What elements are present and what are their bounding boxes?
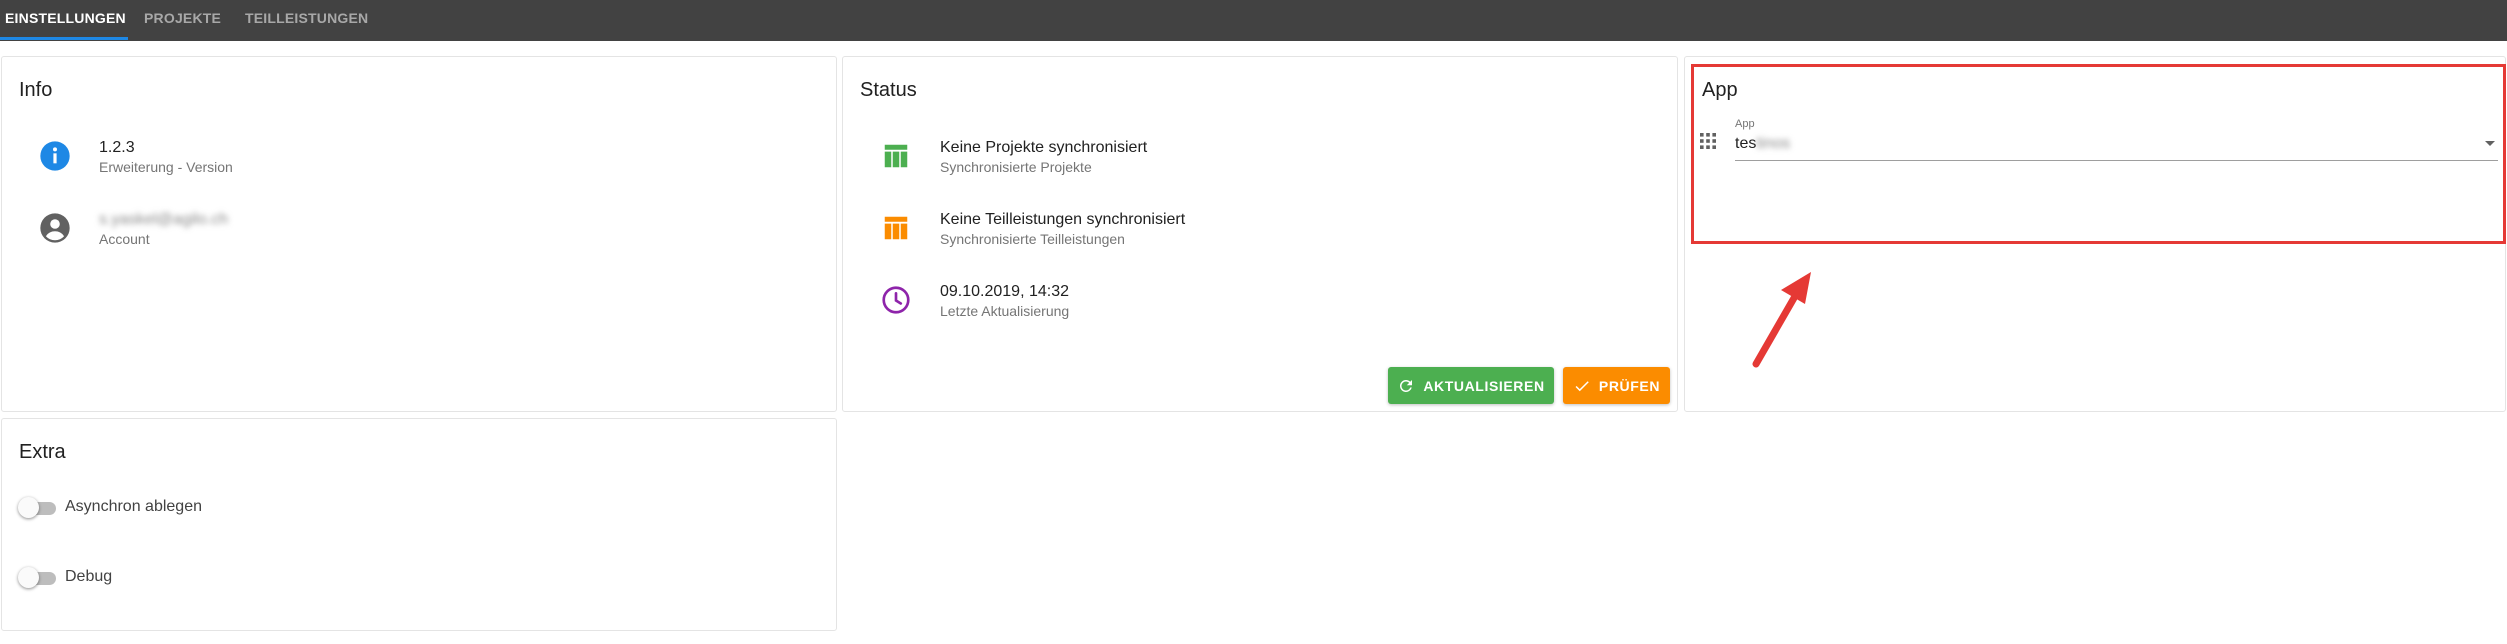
refresh-icon (1400, 379, 1413, 392)
account-value: s.yaskel@agilo.ch (99, 211, 229, 228)
tab-projekte[interactable]: PROJEKTE (144, 0, 221, 41)
account-icon (38, 211, 72, 245)
status-last-update-label: Letzte Aktualisierung (940, 303, 1070, 319)
extra-card: Extra Asynchron ablegen Debug (1, 418, 837, 631)
status-card-title: Status (860, 79, 917, 101)
toggle-async-save[interactable] (18, 496, 58, 518)
toggle-knob (18, 497, 39, 518)
info-card: Info 1.2.3 Erweiterung - Version s.yaske… (1, 56, 837, 412)
table-icon (879, 139, 913, 173)
annotation-highlight-box (1691, 64, 2506, 244)
check-button-label: PRÜFEN (1598, 377, 1661, 394)
toggle-debug-label: Debug (65, 568, 113, 585)
status-teilleistungen-label: Synchronisierte Teilleistungen (940, 231, 1125, 247)
status-card: Status Keine Projekte synchronisiert Syn… (842, 56, 1678, 412)
tab-einstellungen[interactable]: EINSTELLUNGEN (5, 0, 126, 41)
version-value: 1.2.3 (99, 139, 135, 156)
tab-teilleistungen[interactable]: TEILLEISTUNGEN (245, 0, 368, 41)
refresh-button-label: AKTUALISIEREN (1423, 377, 1545, 394)
toggle-debug[interactable] (18, 566, 58, 588)
status-projects-label: Synchronisierte Projekte (940, 159, 1092, 175)
info-card-title: Info (19, 79, 53, 101)
table-icon (879, 211, 913, 245)
extra-card-title: Extra (19, 441, 66, 463)
status-projects-value: Keine Projekte synchronisiert (940, 139, 1148, 156)
check-icon (1575, 380, 1589, 391)
active-tab-indicator (0, 37, 128, 40)
top-tab-bar: EINSTELLUNGEN PROJEKTE TEILLEISTUNGEN (0, 0, 2507, 41)
version-label: Erweiterung - Version (99, 159, 233, 175)
check-button[interactable]: PRÜFEN (1563, 367, 1670, 404)
account-label: Account (99, 231, 150, 247)
status-teilleistungen-value: Keine Teilleistungen synchronisiert (940, 211, 1186, 228)
annotation-arrow-icon (1752, 272, 1811, 368)
refresh-button[interactable]: AKTUALISIEREN (1388, 367, 1554, 404)
info-icon (38, 139, 72, 173)
toggle-knob (18, 567, 39, 588)
toggle-async-save-label: Asynchron ablegen (65, 498, 202, 515)
clock-icon (879, 283, 913, 317)
status-last-update-value: 09.10.2019, 14:32 (940, 283, 1070, 300)
